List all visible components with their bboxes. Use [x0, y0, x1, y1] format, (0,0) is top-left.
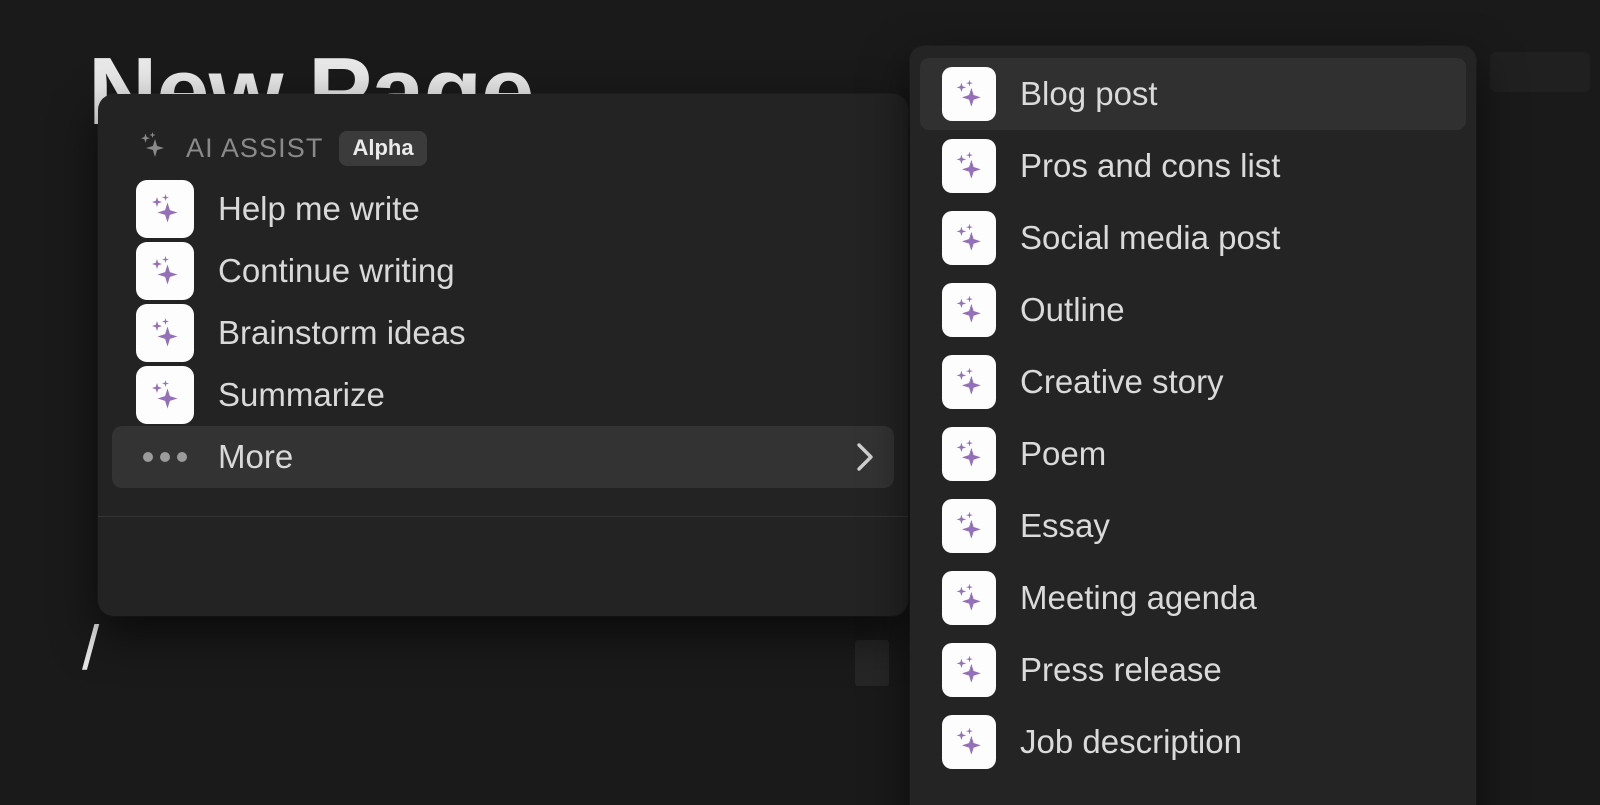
sparkle-tile-icon	[942, 283, 996, 337]
submenu-item-label: Social media post	[1020, 219, 1281, 256]
screen: New Page / AI ASSIST Alpha Help me write…	[0, 0, 1600, 805]
alpha-badge: Alpha	[339, 130, 427, 166]
sparkle-tile-icon	[942, 715, 996, 769]
menu-item-label: Brainstorm ideas	[218, 314, 466, 351]
submenu-item-label: Press release	[1020, 651, 1222, 688]
sparkle-tile-icon	[136, 366, 194, 424]
ellipsis-icon	[136, 452, 194, 462]
submenu-item-label: Poem	[1020, 435, 1107, 472]
sparkle-tile-icon	[136, 304, 194, 362]
submenu-item-pros-and-cons-list[interactable]: Pros and cons list	[920, 130, 1466, 202]
submenu-item-label: Essay	[1020, 507, 1110, 544]
sparkle-tile-icon	[942, 139, 996, 193]
menu-item-brainstorm-ideas[interactable]: Brainstorm ideas	[112, 302, 894, 364]
sparkle-tile-icon	[942, 499, 996, 553]
submenu-item-label: Blog post	[1020, 75, 1158, 112]
submenu-item-label: Outline	[1020, 291, 1125, 328]
sparkle-tile-icon	[942, 571, 996, 625]
text-caret	[855, 640, 889, 686]
submenu-item-poem[interactable]: Poem	[920, 418, 1466, 490]
ai-assist-title: AI ASSIST	[186, 132, 324, 163]
menu-footer	[98, 517, 908, 575]
sparkle-tile-icon	[942, 211, 996, 265]
submenu-item-meeting-agenda[interactable]: Meeting agenda	[920, 562, 1466, 634]
menu-item-label: More	[218, 438, 294, 475]
sparkle-tile-icon	[942, 427, 996, 481]
submenu-item-social-media-post[interactable]: Social media post	[920, 202, 1466, 274]
submenu-item-outline[interactable]: Outline	[920, 274, 1466, 346]
menu-item-help-me-write[interactable]: Help me write	[112, 178, 894, 240]
menu-item-label: Help me write	[218, 190, 420, 227]
sparkle-tile-icon	[136, 242, 194, 300]
submenu-item-label: Meeting agenda	[1020, 579, 1257, 616]
submenu-item-creative-story[interactable]: Creative story	[920, 346, 1466, 418]
submenu-item-job-description[interactable]: Job description	[920, 706, 1466, 778]
sparkle-tile-icon	[942, 355, 996, 409]
menu-item-label: Summarize	[218, 376, 385, 413]
menu-item-more[interactable]: More	[112, 426, 894, 488]
sparkle-icon	[136, 129, 170, 168]
submenu-item-label: Job description	[1020, 723, 1242, 760]
submenu-item-label: Creative story	[1020, 363, 1224, 400]
document-decoration	[1490, 52, 1590, 92]
chevron-right-icon	[852, 437, 878, 477]
menu-item-label: Continue writing	[218, 252, 455, 289]
menu-item-summarize[interactable]: Summarize	[112, 364, 894, 426]
ai-assist-header: AI ASSIST Alpha	[98, 94, 908, 172]
ai-assist-item-list: Help me write Continue writing Brainstor…	[98, 172, 908, 488]
submenu-item-press-release[interactable]: Press release	[920, 634, 1466, 706]
menu-item-continue-writing[interactable]: Continue writing	[112, 240, 894, 302]
sparkle-tile-icon	[942, 643, 996, 697]
ai-assist-submenu: Blog post Pros and cons list Social medi…	[910, 46, 1476, 805]
sparkle-tile-icon	[136, 180, 194, 238]
submenu-item-essay[interactable]: Essay	[920, 490, 1466, 562]
slash-command-text: /	[82, 614, 100, 683]
ai-assist-menu: AI ASSIST Alpha Help me write Continue w…	[98, 94, 908, 616]
submenu-item-blog-post[interactable]: Blog post	[920, 58, 1466, 130]
sparkle-tile-icon	[942, 67, 996, 121]
submenu-item-label: Pros and cons list	[1020, 147, 1281, 184]
